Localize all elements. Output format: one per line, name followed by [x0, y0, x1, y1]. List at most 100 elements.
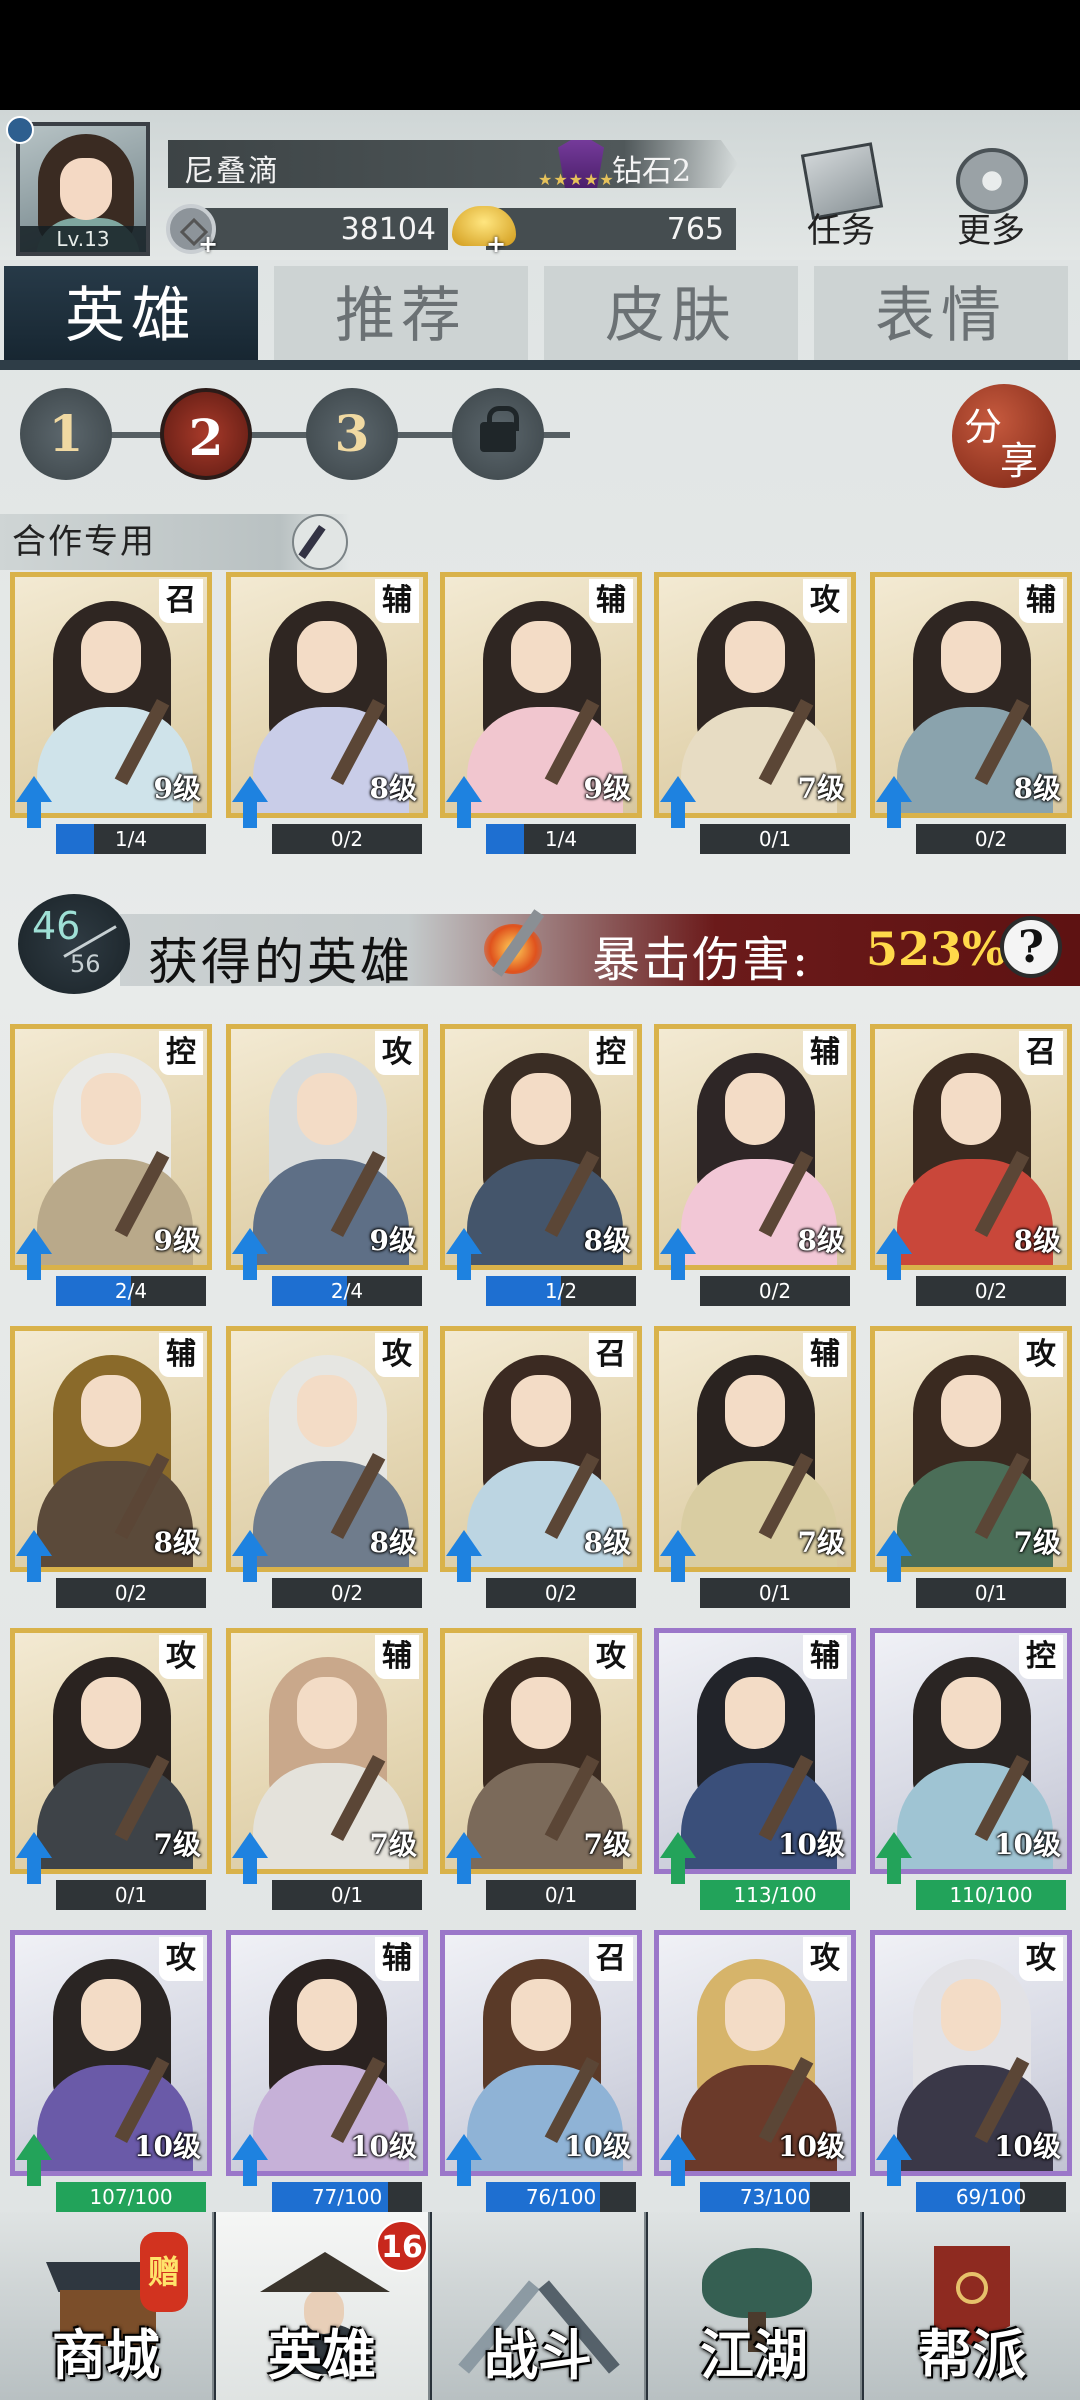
hero-card[interactable]: 辅 8级 0/2	[10, 1326, 212, 1614]
hero-card[interactable]: 辅 8级 0/2	[654, 1024, 856, 1312]
hero-role-tag: 辅	[1019, 579, 1063, 623]
shard-progress-text: 73/100	[739, 2185, 811, 2209]
upgrade-arrow-icon[interactable]	[656, 1832, 700, 1888]
tab-emotes[interactable]: 表情	[814, 266, 1068, 366]
hero-card[interactable]: 控 9级 2/4	[10, 1024, 212, 1312]
upgrade-arrow-icon[interactable]	[228, 776, 272, 832]
shard-progress-bar: 0/1	[272, 1880, 422, 1910]
shard-progress-text: 113/100	[733, 1883, 817, 1907]
upgrade-arrow-icon[interactable]	[12, 776, 56, 832]
coin-value: 38104	[340, 212, 436, 247]
page-1-button[interactable]: 1	[20, 388, 112, 480]
hero-card[interactable]: 辅 7级 0/1	[226, 1628, 428, 1916]
upgrade-arrow-icon[interactable]	[12, 1228, 56, 1284]
nav-guild[interactable]: 帮派	[864, 2212, 1080, 2400]
upgrade-arrow-icon[interactable]	[442, 1228, 486, 1284]
add-coins-icon[interactable]: +	[198, 230, 218, 258]
hero-card[interactable]: 辅 8级 0/2	[226, 572, 428, 860]
hero-role-tag: 攻	[159, 1635, 203, 1679]
hero-role-tag: 召	[1019, 1031, 1063, 1075]
upgrade-arrow-icon[interactable]	[872, 1530, 916, 1586]
upgrade-arrow-icon[interactable]	[12, 1832, 56, 1888]
upgrade-arrow-icon[interactable]	[228, 1228, 272, 1284]
upgrade-arrow-icon[interactable]	[872, 776, 916, 832]
nav-shop[interactable]: 赠 商城	[0, 2212, 214, 2400]
hero-card[interactable]: 攻 10级 69/100	[870, 1930, 1072, 2218]
upgrade-arrow-icon[interactable]	[442, 2134, 486, 2190]
art-face	[81, 621, 141, 693]
hero-card[interactable]: 攻 9级 2/4	[226, 1024, 428, 1312]
hero-level: 7级	[369, 1828, 417, 1861]
tab-recommended[interactable]: 推荐	[274, 266, 528, 366]
hero-role-tag: 辅	[589, 579, 633, 623]
player-avatar[interactable]: Lv.13	[16, 122, 150, 256]
avatar-settings-icon[interactable]	[6, 116, 34, 144]
hero-card[interactable]: 攻 8级 0/2	[226, 1326, 428, 1614]
share-button[interactable]: 分 享	[952, 384, 1056, 488]
shard-progress-bar: 0/1	[700, 1578, 850, 1608]
add-gold-icon[interactable]: +	[486, 230, 506, 258]
player-name: 尼叠滴	[184, 154, 280, 189]
hero-card[interactable]: 控 10级 110/100	[870, 1628, 1072, 1916]
hero-card[interactable]: 攻 7级 0/1	[440, 1628, 642, 1916]
page-3-button[interactable]: 3	[306, 388, 398, 480]
hero-role-tag: 辅	[803, 1333, 847, 1377]
shard-progress-bar: 0/2	[916, 824, 1066, 854]
hero-card[interactable]: 辅 10级 113/100	[654, 1628, 856, 1916]
page-2-button[interactable]: 2	[160, 388, 252, 480]
hero-card[interactable]: 召 8级 0/2	[870, 1024, 1072, 1312]
nav-battle-label: 战斗	[484, 2323, 592, 2387]
nav-heroes[interactable]: 16 英雄	[216, 2212, 430, 2400]
upgrade-arrow-icon[interactable]	[442, 776, 486, 832]
shard-progress-text: 69/100	[955, 2185, 1027, 2209]
edit-brush-icon[interactable]	[292, 514, 348, 570]
hero-card[interactable]: 攻 7级 0/1	[10, 1628, 212, 1916]
art-face	[81, 1375, 141, 1447]
tasks-button[interactable]: 任务	[786, 142, 896, 258]
upgrade-arrow-icon[interactable]	[656, 776, 700, 832]
art-face	[725, 1073, 785, 1145]
upgrade-arrow-icon[interactable]	[12, 1530, 56, 1586]
shard-progress-bar: 0/1	[700, 824, 850, 854]
hero-card[interactable]: 召 8级 0/2	[440, 1326, 642, 1614]
hero-card[interactable]: 辅 10级 77/100	[226, 1930, 428, 2218]
tab-heroes[interactable]: 英雄	[4, 266, 258, 366]
more-label: 更多	[957, 211, 1025, 251]
share-label-1: 分	[964, 405, 1003, 449]
upgrade-arrow-icon[interactable]	[656, 1530, 700, 1586]
hero-level: 8级	[1013, 1224, 1061, 1257]
hero-card[interactable]: 控 8级 1/2	[440, 1024, 642, 1312]
shard-progress-bar: 2/4	[272, 1276, 422, 1306]
hero-level: 7级	[797, 772, 845, 805]
hero-card[interactable]: 召 10级 76/100	[440, 1930, 642, 2218]
hero-card[interactable]: 辅 9级 1/4	[440, 572, 642, 860]
help-button[interactable]: ?	[1000, 916, 1062, 978]
bottom-navigation: 赠 商城 16 英雄 战斗 江湖 帮派	[0, 2212, 1080, 2400]
upgrade-arrow-icon[interactable]	[872, 1228, 916, 1284]
page-locked-button[interactable]	[452, 388, 544, 480]
hero-card[interactable]: 攻 7级 0/1	[654, 572, 856, 860]
art-face	[511, 621, 571, 693]
upgrade-arrow-icon[interactable]	[656, 1228, 700, 1284]
tab-skins[interactable]: 皮肤	[544, 266, 798, 366]
upgrade-arrow-icon[interactable]	[872, 1832, 916, 1888]
shard-progress-text: 0/2	[114, 1581, 148, 1605]
upgrade-arrow-icon[interactable]	[656, 2134, 700, 2190]
upgrade-arrow-icon[interactable]	[228, 1530, 272, 1586]
upgrade-arrow-icon[interactable]	[228, 2134, 272, 2190]
hero-card[interactable]: 辅 7级 0/1	[654, 1326, 856, 1614]
upgrade-arrow-icon[interactable]	[872, 2134, 916, 2190]
more-button[interactable]: 更多	[936, 148, 1046, 258]
nav-battle[interactable]: 战斗	[432, 2212, 646, 2400]
upgrade-arrow-icon[interactable]	[228, 1832, 272, 1888]
hero-card[interactable]: 辅 8级 0/2	[870, 572, 1072, 860]
upgrade-arrow-icon[interactable]	[442, 1832, 486, 1888]
hero-card[interactable]: 攻 7级 0/1	[870, 1326, 1072, 1614]
hero-card[interactable]: 攻 10级 73/100	[654, 1930, 856, 2218]
hero-card[interactable]: 召 9级 1/4	[10, 572, 212, 860]
nav-jianghu[interactable]: 江湖	[648, 2212, 862, 2400]
hero-card[interactable]: 攻 10级 107/100	[10, 1930, 212, 2218]
upgrade-arrow-icon[interactable]	[12, 2134, 56, 2190]
upgrade-arrow-icon[interactable]	[442, 1530, 486, 1586]
shard-progress-text: 2/4	[330, 1279, 364, 1303]
